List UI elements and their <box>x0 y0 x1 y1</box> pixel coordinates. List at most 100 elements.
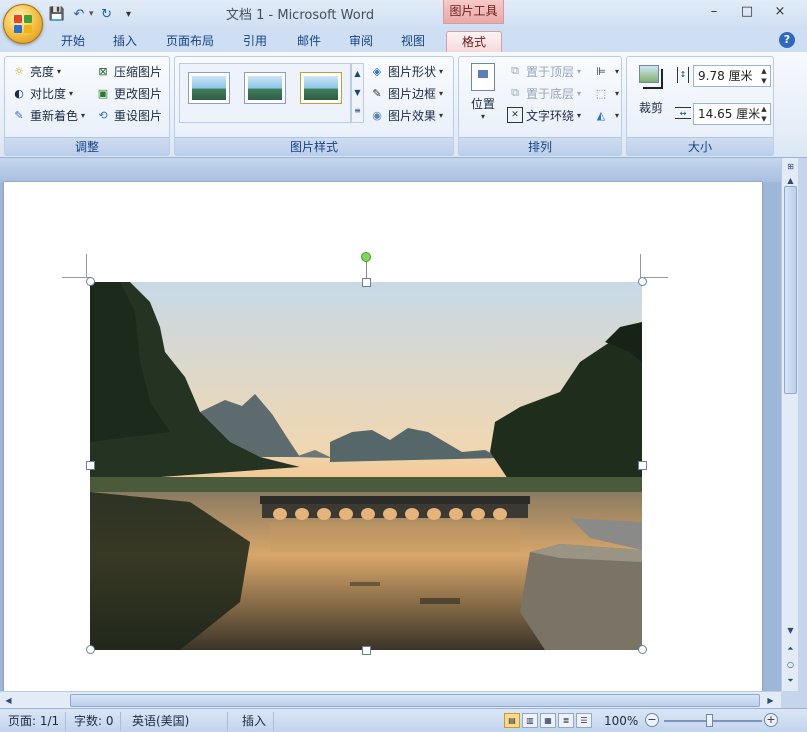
height-field[interactable]: 9.78 厘米 ▲ ▼ <box>693 65 771 87</box>
contrast-icon: ◐ <box>14 86 24 100</box>
language-indicator[interactable]: 英语(美国) <box>126 712 228 730</box>
customize-qat-icon[interactable]: ▾ <box>120 5 138 23</box>
bring-to-front-icon: ⧉ <box>511 64 519 77</box>
gallery-down-icon[interactable]: ▼ <box>352 84 363 102</box>
tab-page-layout[interactable]: 页面布局 <box>158 31 222 52</box>
resize-handle-top-left[interactable] <box>86 277 95 286</box>
resize-handle-top-right[interactable] <box>638 277 647 286</box>
bring-to-front-button[interactable]: ⧉ 置于顶层 ▾ <box>507 61 581 81</box>
tab-references[interactable]: 引用 <box>234 31 276 52</box>
zoom-level[interactable]: 100% <box>598 712 644 730</box>
picture-style-3[interactable] <box>300 72 342 104</box>
crop-button[interactable]: 裁剪 <box>631 61 671 121</box>
gallery-more-icon[interactable]: ≡ <box>352 102 363 120</box>
resize-handle-bottom[interactable] <box>362 646 371 655</box>
web-layout-icon[interactable]: ▦ <box>540 713 556 728</box>
ribbon: ☼ 亮度 ▾ ◐ 对比度 ▾ ✎ 重新着色 ▾ ⊠ 压缩图片 ▣ 更改图片 ⟲ 重设图… <box>0 52 807 158</box>
zoom-in-icon[interactable]: + <box>764 713 778 727</box>
window-title: 文档 1 - Microsoft Word <box>226 8 375 23</box>
horizontal-scroll-thumb[interactable] <box>70 694 760 707</box>
group-objects-icon: ⬚ <box>595 86 607 100</box>
crop-icon <box>637 63 665 91</box>
scroll-down-icon[interactable]: ▼ <box>784 624 797 637</box>
resize-handle-bottom-right[interactable] <box>638 645 647 654</box>
word-count[interactable]: 字数: 0 <box>68 712 121 730</box>
resize-handle-top[interactable] <box>362 278 371 287</box>
horizontal-scrollbar[interactable]: ◀ ▶ <box>0 691 781 708</box>
previous-page-icon[interactable]: ⏶ <box>784 642 797 655</box>
zoom-out-icon[interactable]: − <box>645 713 659 727</box>
brightness-button[interactable]: ☼ 亮度 ▾ <box>11 61 61 81</box>
picture-shape-icon: ◈ <box>372 64 382 78</box>
office-button[interactable] <box>3 4 43 44</box>
send-to-back-button[interactable]: ⧉ 置于底层 ▾ <box>507 83 581 103</box>
minimize-button[interactable]: – <box>697 4 731 22</box>
group-picture-styles: ▲ ▼ ≡ ◈ 图片形状 ▾ ✎ 图片边框 ▾ ◉ 图片效果 ▾ 图片样式 <box>174 56 454 156</box>
recolor-icon: ✎ <box>14 108 24 122</box>
recolor-button[interactable]: ✎ 重新着色 ▾ <box>11 105 85 125</box>
save-icon[interactable]: 💾 <box>48 5 66 23</box>
close-button[interactable]: × <box>763 4 797 22</box>
compress-icon: ⊠ <box>98 64 108 78</box>
browse-object-icon[interactable]: ○ <box>784 658 797 671</box>
print-layout-view-icon[interactable]: ▤ <box>504 713 520 728</box>
office-logo-icon <box>14 15 32 33</box>
title-bar: 💾 ↶ ▾ ↻ ▾ 文档 1 - Microsoft Word 图片工具 – □… <box>0 0 807 28</box>
gallery-up-icon[interactable]: ▲ <box>352 64 363 84</box>
vertical-scrollbar[interactable]: ⊞ ▲ ▼ ⏶ ○ ⏷ <box>781 158 798 691</box>
zoom-slider-knob[interactable] <box>706 714 713 727</box>
position-button[interactable]: 位置 ▾ <box>465 61 501 135</box>
tab-view[interactable]: 视图 <box>392 31 434 52</box>
tab-insert[interactable]: 插入 <box>104 31 146 52</box>
page-count[interactable]: 页面: 1/1 <box>2 712 67 730</box>
compress-pictures-button[interactable]: ⊠ 压缩图片 <box>95 61 162 81</box>
reset-picture-button[interactable]: ⟲ 重设图片 <box>95 105 162 125</box>
height-spinner[interactable]: ▲ ▼ <box>758 66 770 86</box>
width-field[interactable]: 14.65 厘米 ▲ ▼ <box>693 103 771 125</box>
scroll-right-icon[interactable]: ▶ <box>764 694 777 707</box>
picture-styles-gallery <box>179 63 351 123</box>
change-picture-button[interactable]: ▣ 更改图片 <box>95 83 162 103</box>
resize-handle-bottom-left[interactable] <box>86 645 95 654</box>
group-arrange: 位置 ▾ ⧉ 置于顶层 ▾ ⧉ 置于底层 ▾ ✕ 文字环绕 ▾ ⊫ ▾ ⬚ ▾ ◭ ▾ 排列 <box>458 56 622 156</box>
gallery-scroll[interactable]: ▲ ▼ ≡ <box>351 63 364 123</box>
tab-mailings[interactable]: 邮件 <box>288 31 330 52</box>
outline-view-icon[interactable]: ≣ <box>558 713 574 728</box>
align-button[interactable]: ⊫ ▾ <box>593 61 619 81</box>
scroll-left-icon[interactable]: ◀ <box>2 694 15 707</box>
landscape-photo[interactable] <box>90 282 642 650</box>
vertical-scroll-thumb[interactable] <box>784 186 797 394</box>
position-icon <box>471 63 495 91</box>
picture-border-button[interactable]: ✎ 图片边框 ▾ <box>369 83 443 103</box>
contrast-button[interactable]: ◐ 对比度 ▾ <box>11 83 73 103</box>
tab-format[interactable]: 格式 <box>446 31 502 52</box>
resize-handle-right[interactable] <box>638 461 647 470</box>
picture-shape-button[interactable]: ◈ 图片形状 ▾ <box>369 61 443 81</box>
tab-review[interactable]: 审阅 <box>340 31 382 52</box>
document-page[interactable] <box>4 182 762 691</box>
next-page-icon[interactable]: ⏷ <box>784 674 797 687</box>
width-spinner[interactable]: ▲ ▼ <box>758 104 770 124</box>
help-icon[interactable]: ? <box>779 32 795 48</box>
picture-style-2[interactable] <box>244 72 286 104</box>
rotation-handle[interactable] <box>361 252 371 262</box>
group-label-picture-styles: 图片样式 <box>175 137 453 155</box>
brightness-icon: ☼ <box>14 64 24 78</box>
rotate-button[interactable]: ◭ ▾ <box>593 105 619 125</box>
draft-view-icon[interactable]: ☰ <box>576 713 592 728</box>
undo-icon[interactable]: ↶ <box>70 5 88 23</box>
undo-dropdown-icon[interactable]: ▾ <box>89 9 94 19</box>
redo-icon[interactable]: ↻ <box>98 5 116 23</box>
status-bar: 页面: 1/1 字数: 0 英语(美国) 插入 ▤ ▥ ▦ ≣ ☰ 100% −… <box>0 708 807 732</box>
full-screen-reading-icon[interactable]: ▥ <box>522 713 538 728</box>
resize-handle-left[interactable] <box>86 461 95 470</box>
picture-effects-button[interactable]: ◉ 图片效果 ▾ <box>369 105 443 125</box>
ruler-toggle-icon[interactable]: ⊞ <box>784 160 797 173</box>
text-wrapping-button[interactable]: ✕ 文字环绕 ▾ <box>507 105 581 125</box>
group-objects-button[interactable]: ⬚ ▾ <box>593 83 619 103</box>
tab-home[interactable]: 开始 <box>50 31 96 52</box>
maximize-button[interactable]: □ <box>730 4 764 22</box>
zoom-slider[interactable] <box>664 720 762 722</box>
insert-mode-indicator[interactable]: 插入 <box>236 712 274 730</box>
picture-style-1[interactable] <box>188 72 230 104</box>
